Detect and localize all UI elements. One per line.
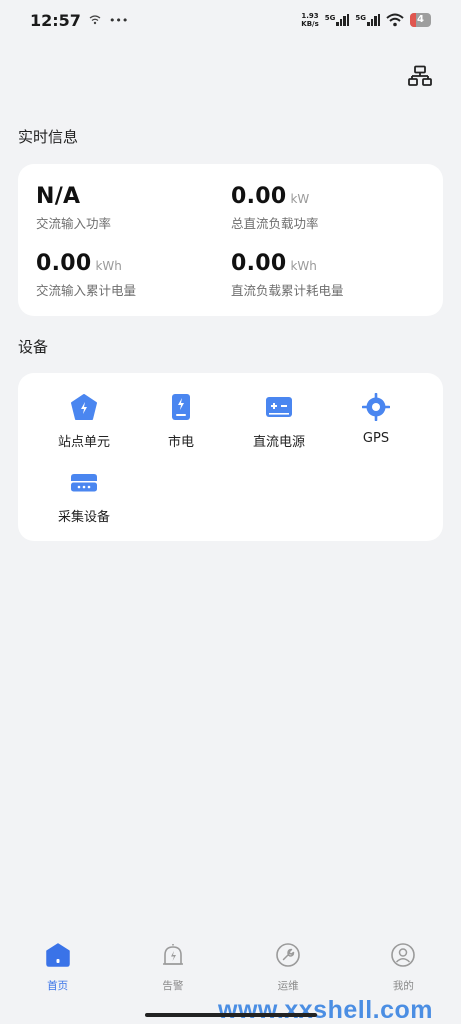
device-label: 市电 bbox=[167, 435, 194, 450]
metric-value: 0.00 bbox=[231, 251, 287, 276]
tab-label: 告警 bbox=[162, 980, 184, 992]
gps-icon bbox=[362, 393, 390, 421]
tab-label: 运维 bbox=[277, 980, 299, 992]
signal-2: 5G bbox=[355, 14, 381, 26]
wifi-icon bbox=[386, 13, 404, 27]
signal-1: 5G bbox=[325, 14, 350, 26]
device-dc-power[interactable]: 直流电源 bbox=[229, 393, 329, 450]
home-indicator[interactable] bbox=[145, 1013, 317, 1017]
device-mains[interactable]: 市电 bbox=[131, 393, 231, 450]
sim1-label: 5G bbox=[324, 14, 336, 22]
metric-ac-input-energy: 0.00 kWh 交流输入累计电量 bbox=[36, 251, 136, 299]
metric-label: 总直流负载功率 bbox=[231, 216, 319, 231]
metric-unit: kWh bbox=[95, 259, 122, 273]
mains-icon bbox=[172, 394, 190, 420]
wrench-icon bbox=[276, 943, 300, 967]
sim2-label: 5G bbox=[355, 14, 367, 22]
device-label: 采集设备 bbox=[57, 510, 110, 525]
tab-label: 我的 bbox=[392, 980, 414, 992]
battery-low-icon bbox=[410, 13, 417, 27]
metric-value: N/A bbox=[36, 184, 81, 209]
signal-bars-1-icon bbox=[336, 14, 350, 26]
realtime-card: N/A 交流输入功率 0.00 kW 总直流负载功率 0.00 kWh 交流输入累计… bbox=[18, 164, 443, 316]
watermark-text: www.xxshell.com bbox=[218, 996, 433, 1024]
net-speed-unit: KB/s bbox=[301, 20, 319, 28]
topology-button[interactable] bbox=[408, 65, 432, 87]
status-left: 12:57 ••• bbox=[30, 11, 128, 30]
device-label: 直流电源 bbox=[252, 435, 305, 450]
device-label: 站点单元 bbox=[57, 435, 110, 450]
net-speed-value: 1.93 bbox=[301, 12, 319, 20]
tab-home[interactable]: 首页 bbox=[0, 930, 115, 1024]
device-collector[interactable]: 采集设备 bbox=[34, 468, 134, 525]
devices-section-title: 设备 bbox=[18, 338, 49, 356]
metric-value: 0.00 bbox=[231, 184, 287, 209]
metric-unit: kW bbox=[290, 192, 310, 206]
collector-icon bbox=[71, 474, 97, 492]
status-time: 12:57 bbox=[30, 10, 81, 30]
metric-dc-load-energy: 0.00 kWh 直流负载累计耗电量 bbox=[231, 251, 344, 299]
status-bar: 12:57 ••• 1.93 KB/s 5G 5G 4 bbox=[0, 0, 461, 40]
more-dots-icon: ••• bbox=[108, 13, 129, 27]
alarm-icon bbox=[162, 944, 183, 965]
metric-unit: kWh bbox=[290, 259, 317, 273]
station-icon bbox=[71, 394, 97, 420]
device-gps[interactable]: GPS bbox=[326, 393, 426, 446]
topology-icon bbox=[408, 65, 432, 86]
metric-label: 直流负载累计耗电量 bbox=[231, 283, 344, 298]
metric-value: 0.00 bbox=[36, 251, 92, 276]
realtime-section-title: 实时信息 bbox=[18, 128, 79, 146]
metric-ac-input-power: N/A 交流输入功率 bbox=[36, 184, 111, 232]
devices-card: 站点单元 市电 直流电源 GPS 采集设备 bbox=[18, 373, 443, 541]
device-station-unit[interactable]: 站点单元 bbox=[34, 393, 134, 450]
metric-label: 交流输入功率 bbox=[36, 216, 112, 231]
profile-icon bbox=[391, 943, 416, 967]
tab-label: 首页 bbox=[47, 980, 69, 992]
battery-indicator: 4 bbox=[410, 13, 431, 27]
signal-bars-2-icon bbox=[367, 14, 381, 26]
home-icon bbox=[45, 943, 70, 967]
metric-label: 交流输入累计电量 bbox=[36, 283, 137, 298]
net-speed: 1.93 KB/s bbox=[301, 12, 318, 28]
tab-alarm[interactable]: 告警 bbox=[115, 930, 230, 1024]
status-right: 1.93 KB/s 5G 5G 4 bbox=[301, 12, 431, 28]
dc-power-icon bbox=[266, 397, 292, 417]
device-label: GPS bbox=[362, 431, 390, 446]
wifi-small-icon bbox=[89, 15, 101, 25]
metric-dc-load-power: 0.00 kW 总直流负载功率 bbox=[231, 184, 319, 232]
